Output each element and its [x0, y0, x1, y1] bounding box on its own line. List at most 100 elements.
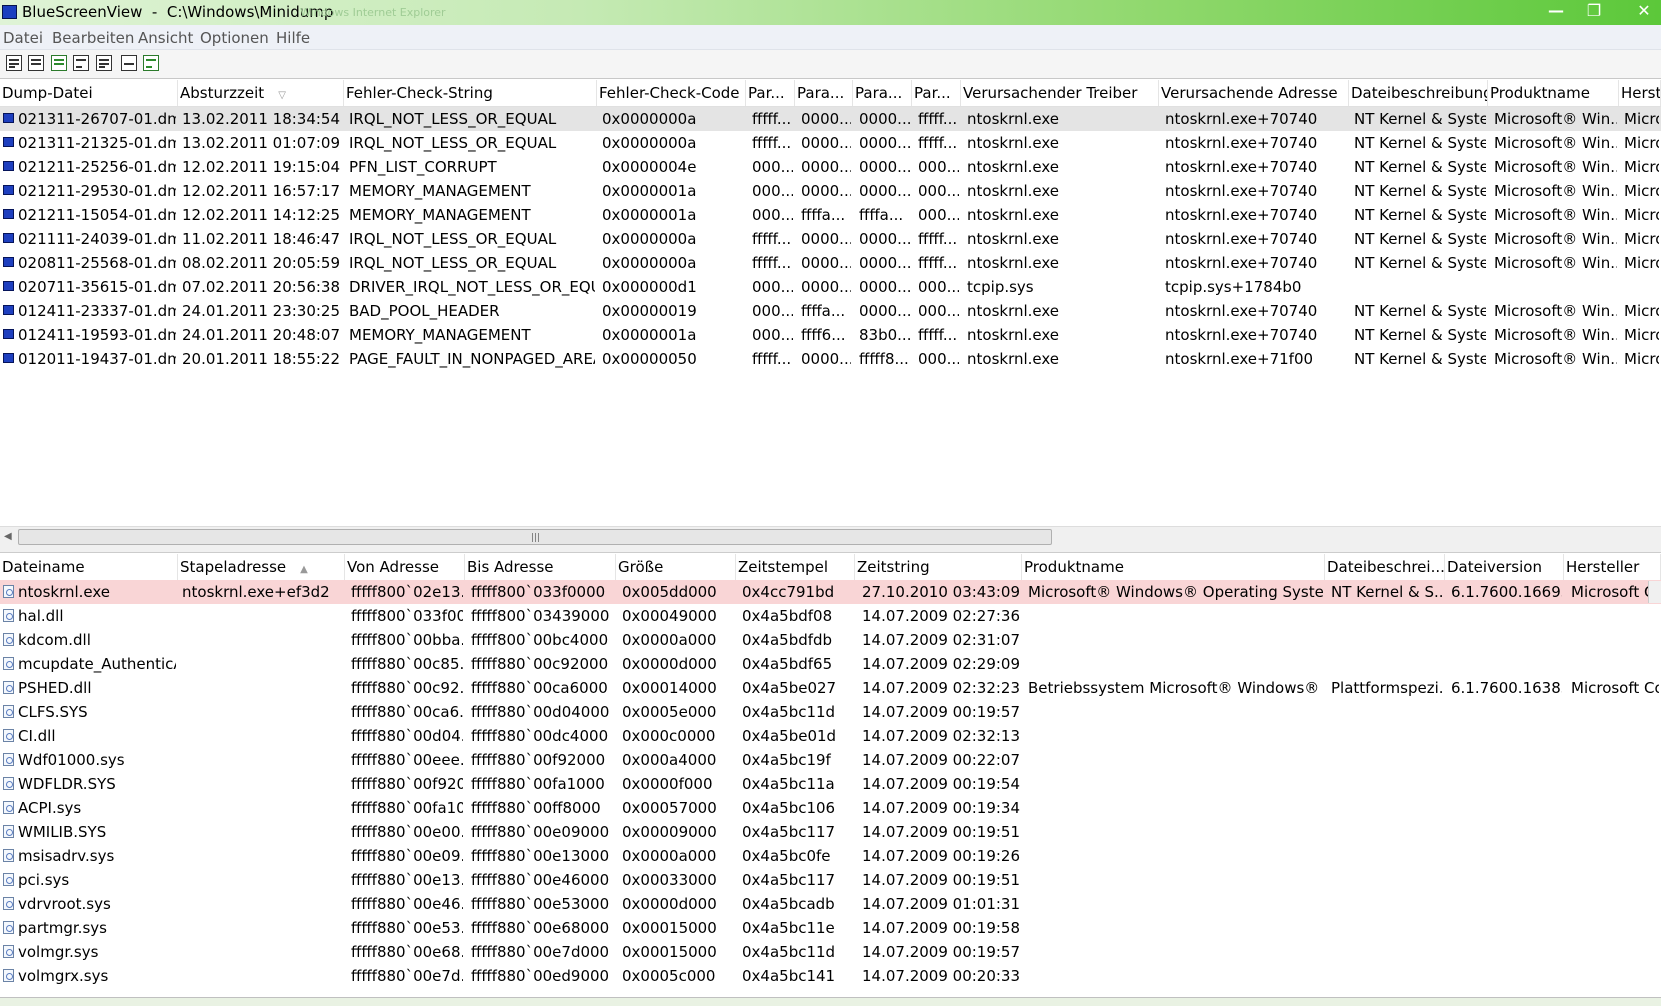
- driver-row[interactable]: PSHED.dll fffff880`00c92... fffff880`00ca6…: [0, 676, 1661, 700]
- cell-verursachende-adresse: ntoskrnl.exe+70740: [1165, 206, 1318, 224]
- dump-row[interactable]: 012411-19593-01.dmp 24.01.2011 20:48:07 ME…: [0, 323, 1661, 347]
- cell-von-adresse: fffff800`02e13...: [351, 583, 463, 601]
- cell-von-adresse: fffff880`00ca6...: [351, 703, 463, 721]
- dump-row[interactable]: 021211-29530-01.dmp 12.02.2011 16:57:17 ME…: [0, 179, 1661, 203]
- driver-row[interactable]: volmgr.sys fffff880`00e68... fffff880`00e7…: [0, 940, 1661, 964]
- menu-datei[interactable]: Datei: [3, 29, 43, 47]
- column-header-par[interactable]: Par...: [912, 80, 961, 106]
- cell-von-adresse: fffff880`00e68...: [351, 943, 463, 961]
- copy-icon[interactable]: [73, 55, 89, 71]
- menu-hilfe[interactable]: Hilfe: [276, 29, 310, 47]
- column-header-dateiname[interactable]: Dateiname: [0, 554, 178, 580]
- dump-row[interactable]: 021211-15054-01.dmp 12.02.2011 14:12:25 ME…: [0, 203, 1661, 227]
- cell-verursachender-treiber: ntoskrnl.exe: [967, 326, 1060, 344]
- column-header-fehler-check-code[interactable]: Fehler-Check-Code: [597, 80, 746, 106]
- column-header-zeitstempel[interactable]: Zeitstempel: [736, 554, 855, 580]
- column-header-größe[interactable]: Größe: [616, 554, 736, 580]
- cell-bis-adresse: fffff880`00e09000: [471, 823, 610, 841]
- driver-row[interactable]: kdcom.dll fffff800`00bba... fffff800`00bc4…: [0, 628, 1661, 652]
- horizontal-scrollbar[interactable]: ◀ |||: [0, 526, 1661, 547]
- menu-optionen[interactable]: Optionen: [200, 29, 269, 47]
- column-header-dateiversion[interactable]: Dateiversion: [1445, 554, 1564, 580]
- cell-produktname: [1028, 748, 1323, 772]
- column-header-para[interactable]: Para...: [853, 80, 912, 106]
- driver-row[interactable]: hal.dll fffff800`033f00... fffff800`034390…: [0, 604, 1661, 628]
- column-header-absturzzeit[interactable]: Absturzzeit ▽: [178, 80, 344, 106]
- driver-row[interactable]: WMILIB.SYS fffff880`00e00... fffff880`00e0…: [0, 820, 1661, 844]
- driver-row[interactable]: CLFS.SYS fffff880`00ca6... fffff880`00d040…: [0, 700, 1661, 724]
- dump-row[interactable]: 020711-35615-01.dmp 07.02.2011 20:56:38 DR…: [0, 275, 1661, 299]
- cell-absturzzeit: 12.02.2011 16:57:17: [182, 182, 341, 200]
- menu-bearbeiten[interactable]: Bearbeiten: [52, 29, 134, 47]
- module-file-icon: [3, 585, 14, 598]
- cell-größe: 0x0000a000: [622, 631, 717, 649]
- vertical-scrollbar[interactable]: [1648, 581, 1661, 603]
- dump-row[interactable]: 012011-19437-01.dmp 20.01.2011 18:55:22 PA…: [0, 347, 1661, 371]
- driver-row[interactable]: pci.sys fffff880`00e13... fffff880`00e4600…: [0, 868, 1661, 892]
- driver-row[interactable]: ACPI.sys fffff880`00fa10... fffff880`00ff8…: [0, 796, 1661, 820]
- driver-row[interactable]: mcupdate_AuthenticA... fffff880`00c85... f…: [0, 652, 1661, 676]
- column-header-dateibeschreibung[interactable]: Dateibeschreibung: [1349, 80, 1488, 106]
- dump-row[interactable]: 021311-26707-01.dmp 13.02.2011 18:34:54 IR…: [0, 107, 1661, 131]
- driver-row[interactable]: volmgrx.sys fffff880`00e7d... fffff880`00e…: [0, 964, 1661, 988]
- cell-dateibeschrei: [1331, 724, 1443, 748]
- column-header-produktname[interactable]: Produktname: [1022, 554, 1325, 580]
- cell-stapeladresse: [182, 868, 343, 892]
- driver-row[interactable]: ntoskrnl.exe ntoskrnl.exe+ef3d2 fffff800`0…: [0, 580, 1661, 604]
- column-header-produktname[interactable]: Produktname: [1488, 80, 1619, 106]
- minimize-button[interactable]: —: [1542, 1, 1570, 21]
- column-header-verursachende-adresse[interactable]: Verursachende Adresse: [1159, 80, 1349, 106]
- toolbar: [0, 50, 1661, 79]
- find-icon[interactable]: [121, 55, 137, 71]
- cell-bis-adresse: fffff880`00e13000: [471, 847, 610, 865]
- title-bar[interactable]: BlueScreenView - C:\Windows\Minidump Win…: [0, 0, 1661, 25]
- save-icon[interactable]: [28, 55, 44, 71]
- column-header-verursachender-treiber[interactable]: Verursachender Treiber: [961, 80, 1159, 106]
- cell-dateibeschrei: [1331, 772, 1443, 796]
- properties-icon[interactable]: [6, 55, 22, 71]
- column-header-stapeladresse[interactable]: Stapeladresse ▲: [178, 554, 345, 580]
- driver-row[interactable]: Wdf01000.sys fffff880`00eee... fffff880`00…: [0, 748, 1661, 772]
- scroll-left-arrow-icon[interactable]: ◀: [4, 531, 12, 542]
- cell-dateiversion: [1451, 868, 1562, 892]
- column-header-fehler-check-string[interactable]: Fehler-Check-String: [344, 80, 597, 106]
- dump-row[interactable]: 012411-23337-01.dmp 24.01.2011 23:30:25 BA…: [0, 299, 1661, 323]
- cell-zeitstring: 14.07.2009 00:19:26: [862, 847, 1020, 865]
- cell-dateiversion: [1451, 748, 1562, 772]
- exit-icon[interactable]: [143, 55, 159, 71]
- column-header-bis-adresse[interactable]: Bis Adresse: [465, 554, 616, 580]
- driver-row[interactable]: CI.dll fffff880`00d04... fffff880`00dc4000…: [0, 724, 1661, 748]
- column-header-para[interactable]: Para...: [795, 80, 853, 106]
- column-header-herste[interactable]: Herste: [1619, 80, 1661, 106]
- scrollbar-thumb[interactable]: |||: [18, 529, 1052, 545]
- column-header-zeitstring[interactable]: Zeitstring: [855, 554, 1022, 580]
- column-header-hersteller[interactable]: Hersteller: [1564, 554, 1661, 580]
- driver-row[interactable]: vdrvroot.sys fffff880`00e46... fffff880`00…: [0, 892, 1661, 916]
- dump-row[interactable]: 021211-25256-01.dmp 12.02.2011 19:15:04 PF…: [0, 155, 1661, 179]
- cell-größe: 0x00057000: [622, 799, 717, 817]
- column-header-dateibeschrei[interactable]: Dateibeschrei...: [1325, 554, 1445, 580]
- driver-row[interactable]: partmgr.sys fffff880`00e53... fffff880`00e…: [0, 916, 1661, 940]
- cell-dump-datei: 021111-24039-01.dmp: [18, 230, 176, 248]
- close-button[interactable]: ✕: [1630, 1, 1658, 21]
- dump-row[interactable]: 020811-25568-01.dmp 08.02.2011 20:05:59 IR…: [0, 251, 1661, 275]
- column-header-par[interactable]: Par...: [746, 80, 795, 106]
- cell-zeitstempel: 0x4cc791bd: [742, 583, 835, 601]
- advanced-options-icon[interactable]: [96, 55, 112, 71]
- dump-row[interactable]: 021111-24039-01.dmp 11.02.2011 18:46:47 IR…: [0, 227, 1661, 251]
- column-header-dump-datei[interactable]: Dump-Datei: [0, 80, 178, 106]
- dump-row[interactable]: 021311-21325-01.dmp 13.02.2011 01:07:09 IR…: [0, 131, 1661, 155]
- cell-par: 000...: [752, 278, 793, 296]
- driver-row[interactable]: msisadrv.sys fffff880`00e09... fffff880`00…: [0, 844, 1661, 868]
- cell-produktname: Microsoft® Win...: [1494, 206, 1617, 224]
- cell-dateibeschreibung: NT Kernel & Syste...: [1354, 158, 1486, 176]
- refresh-icon[interactable]: [51, 55, 67, 71]
- driver-row[interactable]: WDFLDR.SYS fffff880`00f920... fffff880`00f…: [0, 772, 1661, 796]
- maximize-button[interactable]: ❐: [1580, 1, 1608, 21]
- column-header-von-adresse[interactable]: Von Adresse: [345, 554, 465, 580]
- cell-dateibeschrei: [1331, 628, 1443, 652]
- column-header-label: Fehler-Check-String: [346, 84, 493, 102]
- menu-ansicht[interactable]: Ansicht: [138, 29, 193, 47]
- cell-von-adresse: fffff880`00e46...: [351, 895, 463, 913]
- pane-splitter[interactable]: [0, 546, 1661, 553]
